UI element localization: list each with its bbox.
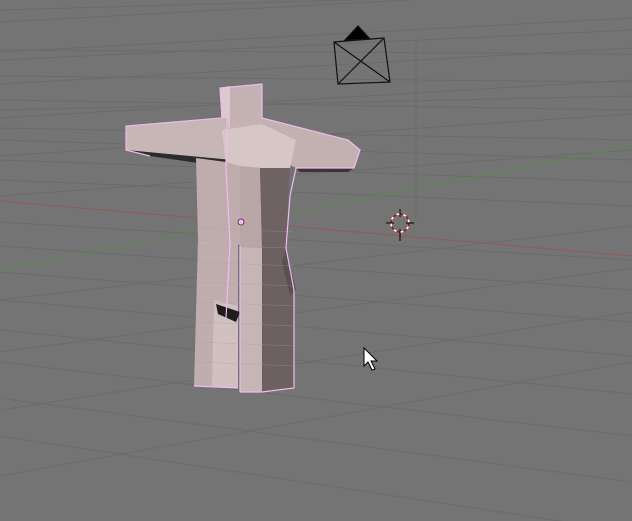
object-origin[interactable] xyxy=(237,218,245,226)
mesh-right-leg xyxy=(240,246,262,392)
mesh-torso xyxy=(196,158,240,245)
3d-viewport[interactable] xyxy=(0,0,632,521)
viewport-canvas[interactable] xyxy=(0,0,632,521)
floor-grid xyxy=(0,0,632,521)
camera-object-icon[interactable] xyxy=(333,25,417,221)
x-axis-line xyxy=(0,200,632,257)
